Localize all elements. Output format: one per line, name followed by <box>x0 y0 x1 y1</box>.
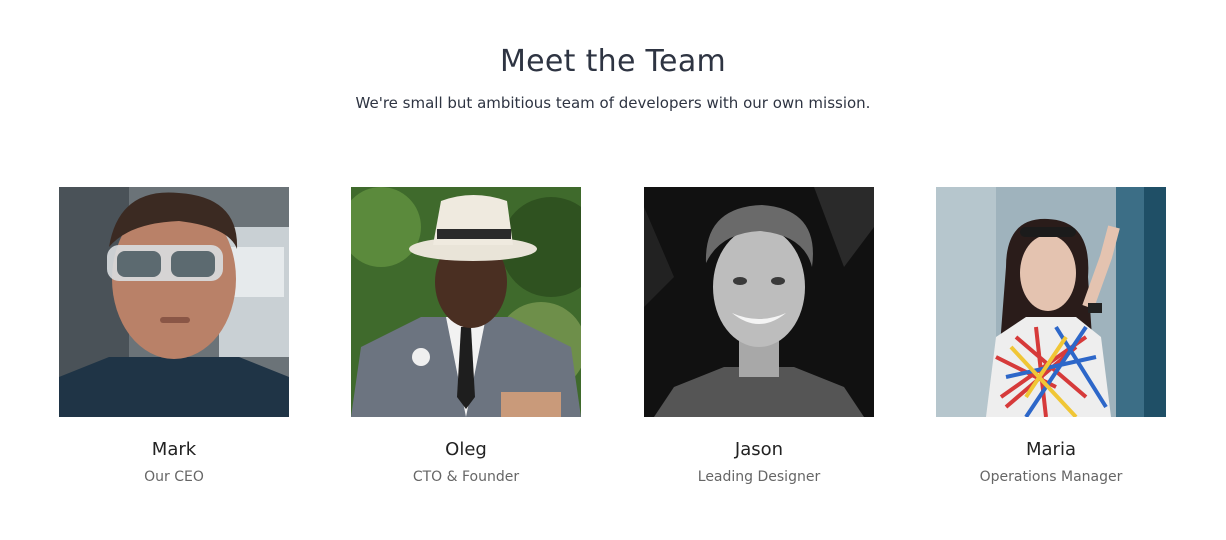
team-member-card: Oleg CTO & Founder <box>351 187 581 486</box>
member-photo <box>644 187 874 417</box>
team-member-card: Jason Leading Designer <box>644 187 874 486</box>
member-photo <box>59 187 289 417</box>
team-member-card: Mark Our CEO <box>59 187 289 486</box>
member-name: Maria <box>1026 439 1076 460</box>
member-photo <box>936 187 1166 417</box>
member-name: Jason <box>734 439 784 460</box>
member-role: CTO & Founder <box>412 469 520 485</box>
team-section: Meet the Team We're small but ambitious … <box>0 0 1226 540</box>
section-subtitle: We're small but ambitious team of develo… <box>355 94 871 112</box>
member-role: Our CEO <box>144 469 204 485</box>
member-role: Operations Manager <box>979 469 1123 485</box>
member-photo <box>351 187 581 417</box>
member-role: Leading Designer <box>697 469 821 485</box>
team-member-card: Maria Operations Manager <box>936 187 1166 486</box>
member-name: Oleg <box>445 439 487 460</box>
section-title: Meet the Team <box>499 44 727 79</box>
member-name: Mark <box>151 439 197 460</box>
